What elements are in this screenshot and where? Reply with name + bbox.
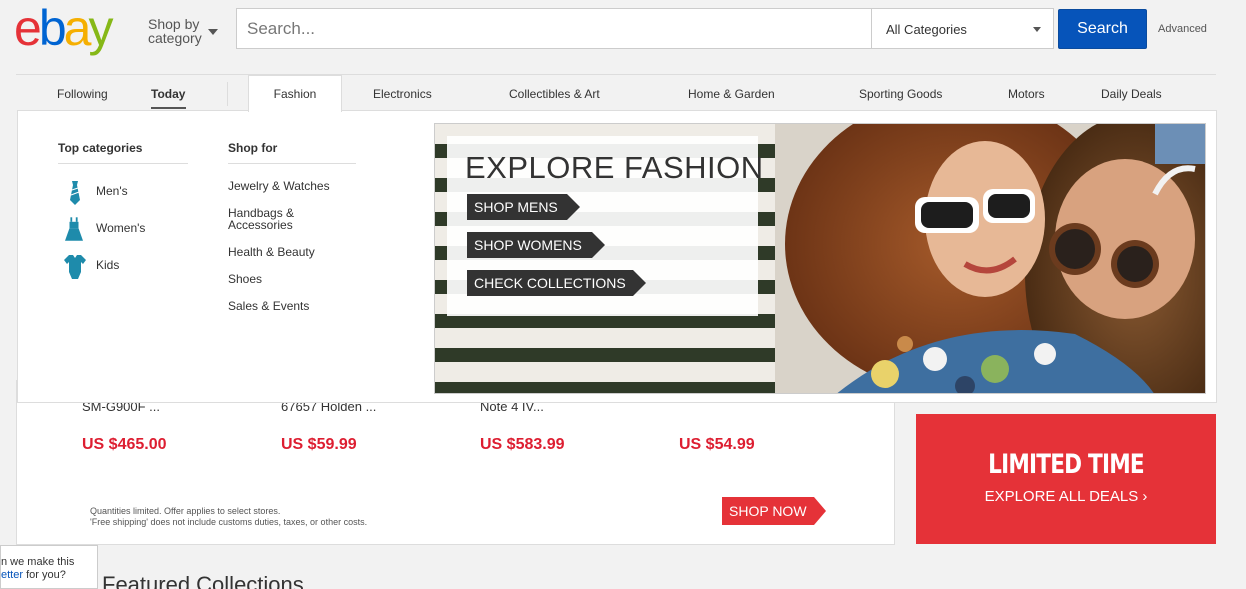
ebay-logo[interactable]: ebay (14, 0, 113, 56)
limited-time-title: LIMITED TIME (988, 449, 1144, 480)
active-underline (151, 107, 186, 109)
dress-icon (65, 217, 83, 241)
category-mens[interactable]: Men's (96, 184, 128, 198)
logo-letter-y: y (88, 0, 113, 56)
feedback-line1: n we make this (1, 556, 75, 568)
shop-by-category-button[interactable]: Shop by category (148, 17, 202, 45)
logo-letter-e: e (14, 0, 42, 56)
tie-icon (70, 181, 80, 205)
nav-electronics[interactable]: Electronics (373, 87, 432, 101)
disclaimer-line: Quantities limited. Offer applies to sel… (90, 506, 281, 516)
category-select[interactable]: All Categories (871, 8, 1054, 49)
nav-collectibles-art[interactable]: Collectibles & Art (509, 87, 600, 101)
featured-collections-heading: Featured Collections (102, 572, 304, 589)
feedback-line2: for you? (23, 569, 66, 581)
nav-fashion-label: Fashion (273, 87, 317, 101)
shop-for-jewelry-watches[interactable]: Jewelry & Watches (228, 180, 330, 192)
onesie-icon (64, 255, 86, 279)
nav-sporting-goods[interactable]: Sporting Goods (859, 87, 942, 101)
check-collections-link[interactable]: CHECK COLLECTIONS (467, 270, 646, 296)
category-select-value: All Categories (886, 22, 967, 37)
disclaimer-line: 'Free shipping' does not include customs… (90, 517, 368, 527)
shop-for-shoes[interactable]: Shoes (228, 273, 262, 285)
search-input[interactable] (236, 8, 872, 49)
site-header: ebay Shop by category All Categories Sea… (0, 0, 1246, 74)
category-kids[interactable]: Kids (96, 258, 119, 272)
nav-home-garden[interactable]: Home & Garden (688, 87, 775, 101)
feedback-widget[interactable]: n we make this etter for you? (0, 545, 98, 589)
deals-disclaimer: Quantities limited. Offer applies to sel… (90, 506, 367, 528)
logo-letter-b: b (38, 0, 67, 56)
logo-letter-a: a (63, 0, 92, 56)
category-womens[interactable]: Women's (96, 221, 145, 235)
shop-by-line2: category (148, 30, 202, 46)
limited-time-banner[interactable]: LIMITED TIME EXPLORE ALL DEALS › (916, 414, 1216, 544)
feedback-link[interactable]: etter (1, 569, 23, 581)
chevron-down-icon[interactable] (208, 29, 218, 35)
dropdown-caret-icon (1033, 27, 1041, 32)
shop-now-button[interactable]: SHOP NOW (722, 497, 826, 525)
product-price: US $583.99 (480, 436, 565, 453)
nav-motors[interactable]: Motors (1008, 87, 1045, 101)
shop-womens-link[interactable]: SHOP WOMENS (467, 232, 605, 258)
shop-for-heading: Shop for (228, 141, 356, 164)
top-categories-heading: Top categories (58, 141, 188, 164)
product-price: US $54.99 (679, 436, 755, 453)
shop-for-handbags-accessories[interactable]: Handbags & Accessories (228, 207, 308, 231)
product-price: US $59.99 (281, 436, 357, 453)
banner-title: EXPLORE FASHION (465, 150, 764, 185)
search-button[interactable]: Search (1058, 9, 1147, 49)
nav-daily-deals[interactable]: Daily Deals (1101, 87, 1162, 101)
shop-for-sales-events[interactable]: Sales & Events (228, 300, 309, 312)
shop-for-health-beauty[interactable]: Health & Beauty (228, 246, 315, 258)
main-nav: Following Today Electronics Collectibles… (16, 74, 1216, 111)
fashion-mega-menu: Top categories Men's Women's Kids Shop f… (17, 110, 1217, 403)
nav-divider (227, 82, 228, 106)
explore-fashion-banner[interactable]: EXPLORE FASHION SHOP MENS SHOP WOMENS CH… (434, 123, 1206, 394)
nav-fashion[interactable]: Fashion (248, 75, 342, 112)
advanced-search-link[interactable]: Advanced (1158, 23, 1207, 35)
nav-following[interactable]: Following (57, 87, 108, 101)
shop-by-line1: Shop by (148, 16, 200, 32)
nav-today[interactable]: Today (151, 87, 185, 101)
product-price: US $465.00 (82, 436, 167, 453)
explore-all-deals-link[interactable]: EXPLORE ALL DEALS › (916, 488, 1216, 505)
deals-products-panel: SM-G900F ... 67657 Holden ... Note 4 IV.… (16, 380, 895, 545)
shop-mens-link[interactable]: SHOP MENS (467, 194, 580, 220)
